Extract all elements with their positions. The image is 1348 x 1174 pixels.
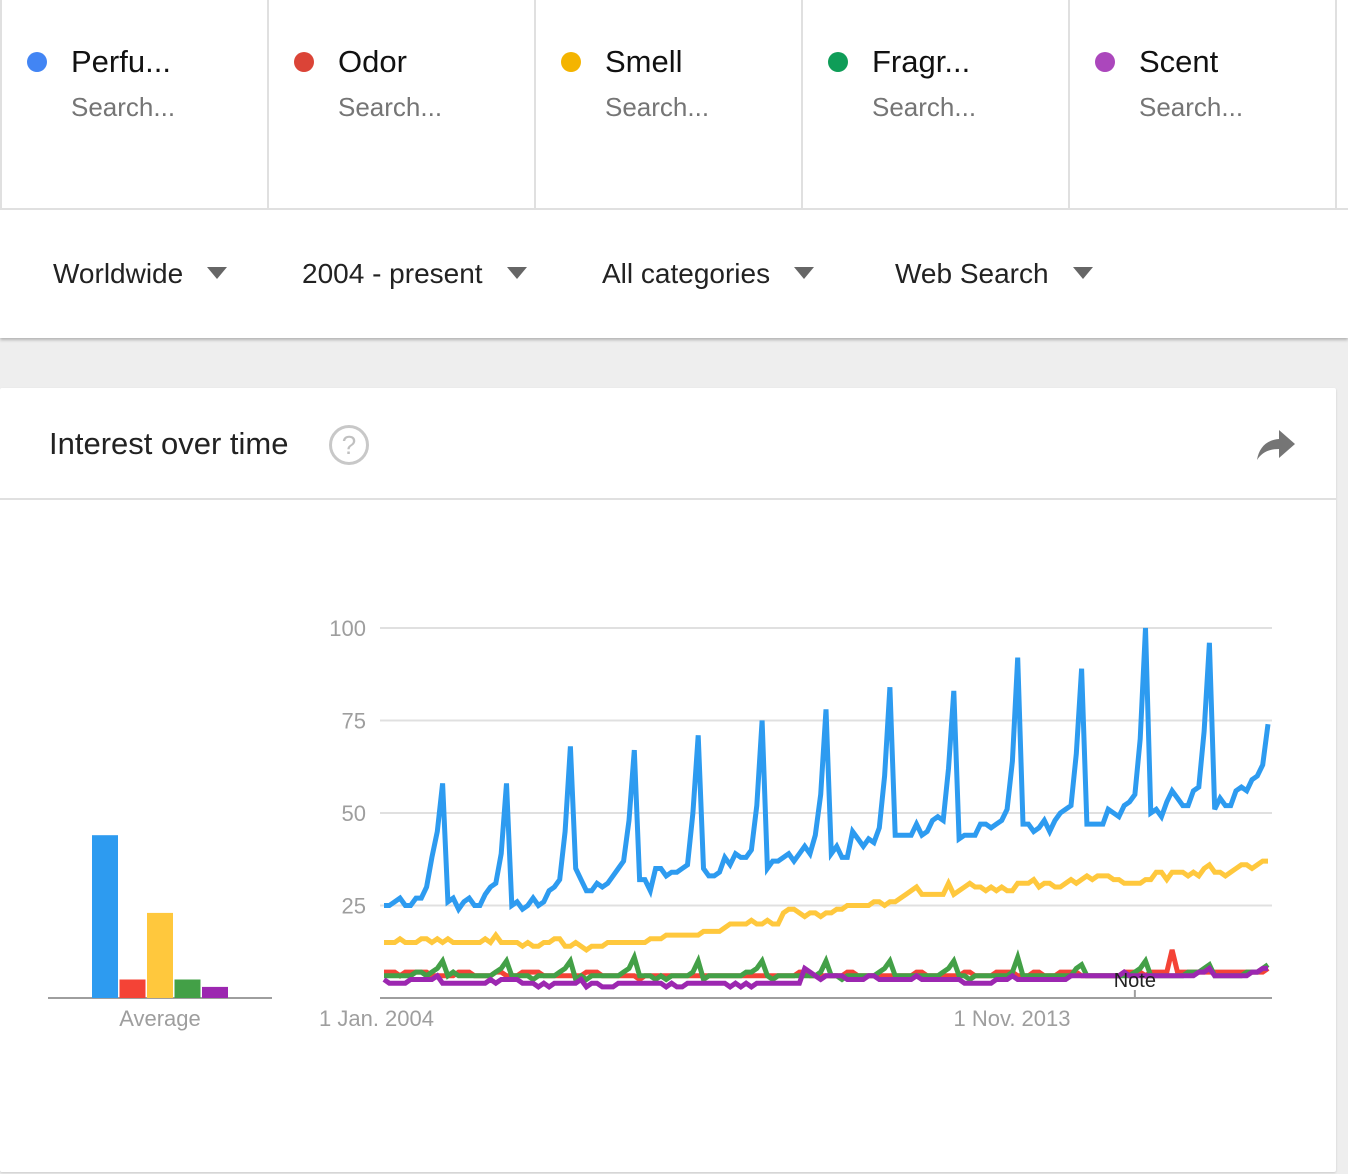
average-bar-smell (147, 912, 173, 998)
series-line-perfume (384, 627, 1271, 915)
y-tick-label: 50 (342, 801, 366, 826)
average-label: Average (119, 1006, 201, 1031)
y-tick-label: 25 (342, 894, 366, 919)
average-bar-odor (119, 979, 146, 998)
x-tick-label: 1 Nov. 2013 (953, 1006, 1070, 1031)
y-tick-label: 100 (329, 616, 366, 641)
average-bar-scent (202, 986, 228, 998)
note-annotation: Note (1114, 970, 1156, 992)
x-tick-label: 1 Jan. 2004 (319, 1006, 434, 1031)
interest-chart: Average 25 50 75 100 1 Jan. 2004 1 Nov. 2013 No… (48, 616, 1272, 1031)
average-bar-fragrance (174, 979, 201, 998)
y-tick-label: 75 (342, 709, 366, 734)
average-bar-perfume (92, 835, 118, 998)
